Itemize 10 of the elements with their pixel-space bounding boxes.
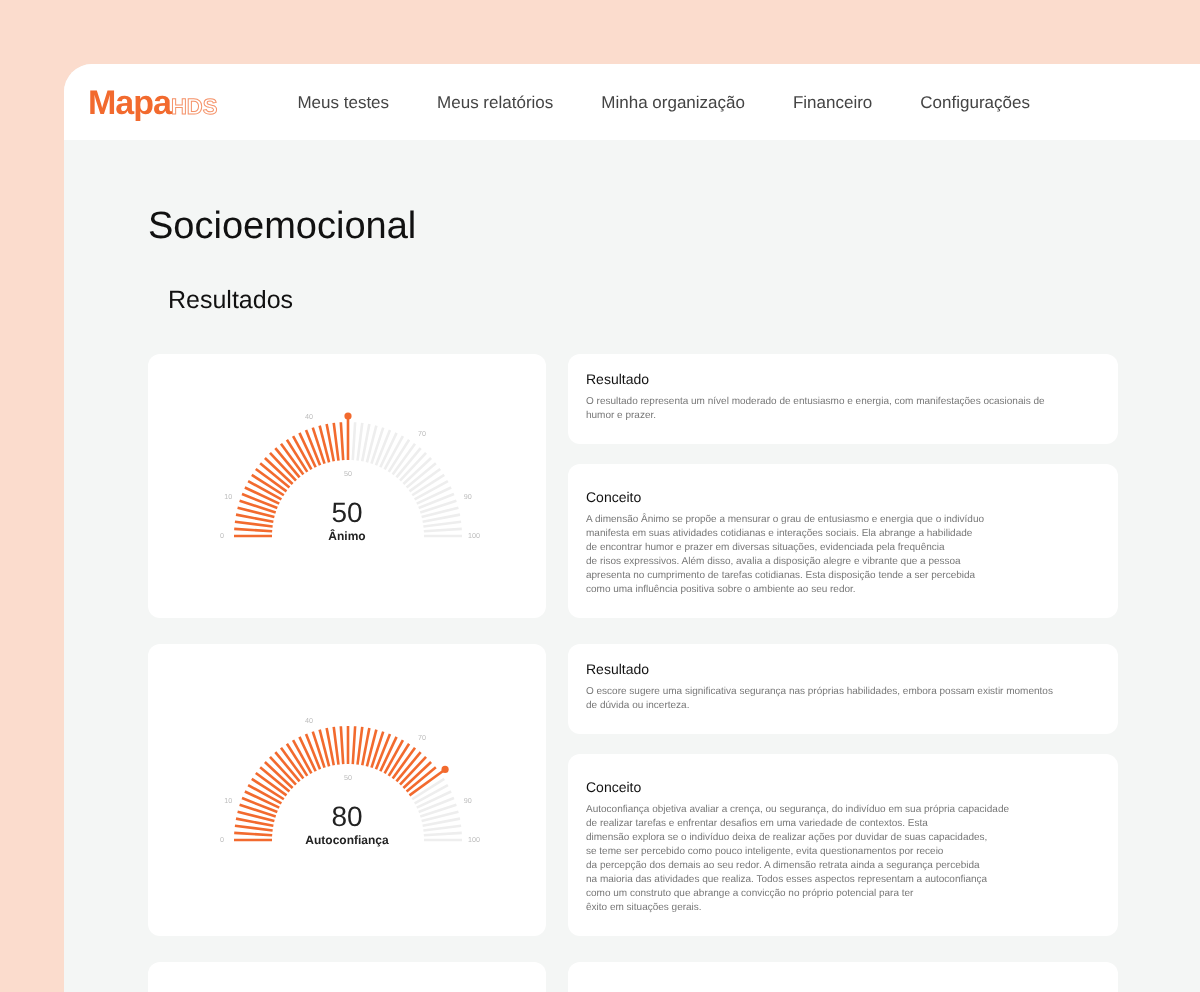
score-value: 50	[331, 496, 363, 528]
nav-link[interactable]: Minha organização	[601, 89, 745, 115]
nav-link[interactable]: Financeiro	[792, 89, 873, 115]
nav-link[interactable]: Meus relatórios	[437, 89, 554, 115]
page-title: Socioemocional	[148, 204, 419, 252]
nav-link[interactable]: Meus testes	[297, 89, 390, 115]
score-value: 80	[331, 800, 363, 832]
nav-link[interactable]: Configurações	[920, 89, 1030, 115]
gauge-track	[410, 777, 461, 842]
section-title: Resultados	[168, 284, 296, 316]
